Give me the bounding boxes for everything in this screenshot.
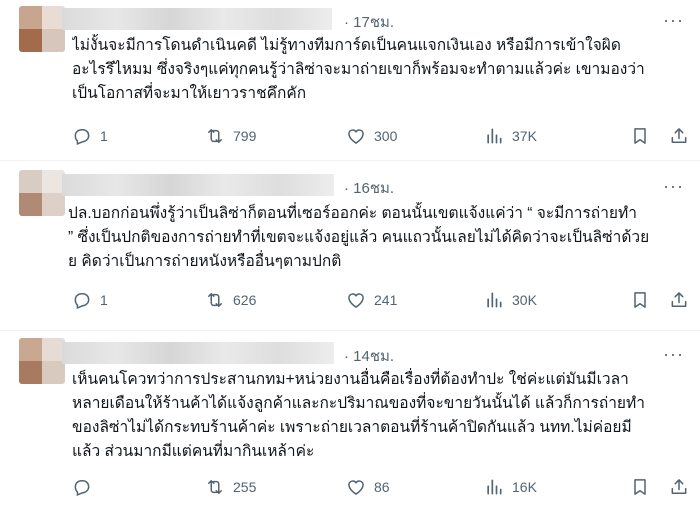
reply-icon [74,480,90,497]
repost-count: 255 [233,479,257,495]
repost-button[interactable]: 799 [205,124,256,148]
avatar-blurred[interactable] [19,6,65,52]
like-count: 300 [374,128,398,144]
bookmark-button[interactable] [630,475,650,499]
repost-icon [208,129,222,143]
post-text: ปล.บอกก่อนพึ่งรู้ว่าเป็นลิซ่าก็ตอนที่เซอ… [68,202,680,274]
bookmark-icon [634,479,646,495]
post-time[interactable]: · 16ชม. [344,176,394,200]
post-text-line: ย คิดว่าเป็นการถ่ายหนังหรืออื่นๆตามปกติ [68,253,342,270]
share-button[interactable] [669,288,689,312]
repost-count: 626 [233,292,257,308]
like-button[interactable]: 241 [346,288,397,312]
reply-icon [74,293,90,310]
post-text-line: แล้ว ส่วนมากมีแต่คนที่มากินเหล้าค่ะ [72,443,315,460]
like-button[interactable]: 300 [346,124,397,148]
analytics-icon [487,479,502,495]
heart-icon [348,480,364,495]
views-button[interactable]: 37K [484,124,537,148]
reply-post-1[interactable]: · 17ชม. ··· ไม่งั้นจะมีการโดนดำเนินคดี ไ… [0,0,700,160]
author-name-blurred[interactable] [62,174,334,196]
reply-count: 1 [100,292,108,308]
avatar-blurred[interactable] [19,170,65,216]
more-options-button[interactable]: ··· [663,10,684,31]
bookmark-button[interactable] [630,288,650,312]
views-button[interactable]: 16K [484,475,537,499]
share-icon [671,128,687,143]
analytics-icon [487,128,502,144]
post-text: เห็นคนโควทว่าการประสานกทม+หน่วยงานอื่นคื… [72,368,684,464]
bookmark-icon [634,128,646,144]
post-time[interactable]: · 17ชม. [344,10,394,34]
like-button[interactable]: 86 [346,475,390,499]
views-count: 37K [512,128,537,144]
post-text: ไม่งั้นจะมีการโดนดำเนินคดี ไม่รู้ทางทีมก… [72,34,684,106]
reply-count: 1 [100,128,108,144]
action-bar: 1 626 241 30K [72,288,692,312]
views-count: 30K [512,292,537,308]
action-bar: 1 799 300 37K [72,124,692,148]
post-text-line: ปล.บอกก่อนพึ่งรู้ว่าเป็นลิซ่าก็ตอนที่เซอ… [68,205,637,222]
heart-icon [348,129,364,144]
views-button[interactable]: 30K [484,288,537,312]
share-button[interactable] [669,124,689,148]
repost-count: 799 [233,128,257,144]
bookmark-icon [634,292,646,308]
post-text-line: ” ซึ่งเป็นปกติของการถ่ายทำที่เขตจะแจ้งอย… [68,229,650,246]
reply-post-3[interactable]: · 14ชม. ··· เห็นคนโควทว่าการประสานกทม+หน… [0,330,700,514]
repost-icon [208,293,222,307]
repost-button[interactable]: 255 [205,475,256,499]
post-text-line: เป็นโอกาสที่จะมาให้เยาวราชคึกคัก [72,85,307,102]
repost-button[interactable]: 626 [205,288,256,312]
share-icon [671,292,687,307]
reply-post-2[interactable]: · 16ชม. ··· ปล.บอกก่อนพึ่งรู้ว่าเป็นลิซ่… [0,160,700,330]
author-name-blurred[interactable] [62,342,334,364]
post-text-line: ไม่งั้นจะมีการโดนดำเนินคดี ไม่รู้ทางทีมก… [72,37,621,54]
author-name-blurred[interactable] [62,8,332,30]
share-icon [671,479,687,494]
post-time[interactable]: · 14ชม. [344,344,394,368]
more-options-button[interactable]: ··· [663,344,684,365]
analytics-icon [487,292,502,308]
heart-icon [348,293,364,308]
like-count: 86 [374,479,390,495]
more-options-button[interactable]: ··· [663,176,684,197]
reply-button[interactable] [72,475,100,499]
reply-icon [74,129,90,146]
post-text-line: หลายเดือนให้ร้านค้าได้แจ้งลูกค้าและกะปริ… [72,395,645,412]
avatar-blurred[interactable] [19,338,65,384]
bookmark-button[interactable] [630,124,650,148]
post-text-line: เห็นคนโควทว่าการประสานกทม+หน่วยงานอื่นคื… [72,371,629,388]
post-text-line: ของลิซ่าไม่ได้กระทบร้านค้าค่ะ เพราะถ่ายเ… [72,419,632,436]
views-count: 16K [512,479,537,495]
post-text-line: อะไรรึไหมม ซึ่งจริงๆแค่ทุกคนรู้ว่าลิซ่าจ… [72,61,645,78]
action-bar: 255 86 16K [72,475,692,499]
reply-button[interactable]: 1 [72,288,108,312]
reply-button[interactable]: 1 [72,124,108,148]
repost-icon [208,480,222,494]
like-count: 241 [374,292,398,308]
share-button[interactable] [669,475,689,499]
